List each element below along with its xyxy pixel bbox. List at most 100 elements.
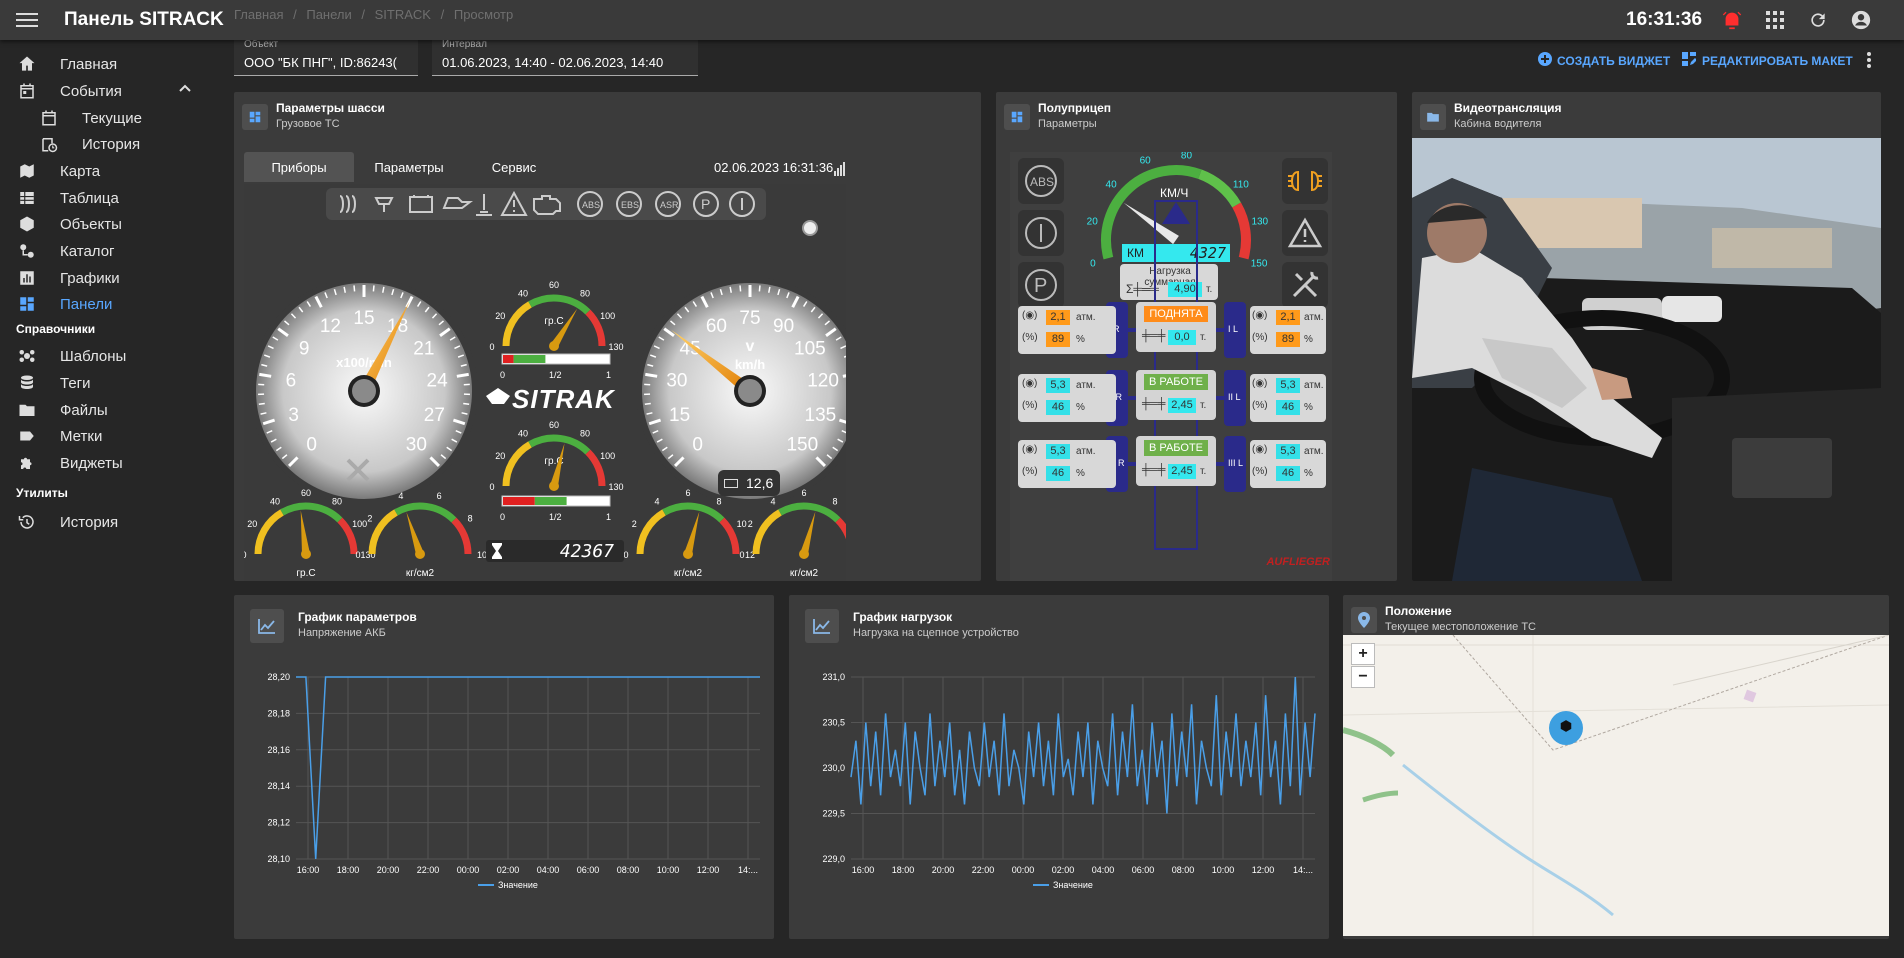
gauge-tick xyxy=(456,372,469,378)
gauge-tick-label: 12 xyxy=(320,316,341,337)
sidebar-item-history[interactable]: История xyxy=(0,506,228,538)
gauge-unit: кг/см2 xyxy=(406,568,435,579)
gauge-tick-label: 9 xyxy=(299,339,310,360)
wear-percent-value: 89 xyxy=(1276,332,1300,347)
signal-icon xyxy=(834,162,846,181)
more-vert-icon[interactable] xyxy=(1866,52,1872,73)
gauge-tick-label: 40 xyxy=(518,288,528,298)
gauge-tick-label: 3 xyxy=(288,405,299,426)
sidebar-item-label: История xyxy=(82,135,141,153)
create-widget-button[interactable]: СОЗДАТЬ ВИДЖЕТ xyxy=(1538,52,1670,69)
breadcrumb-sitrack[interactable]: SITRACK xyxy=(375,7,431,22)
x-tick-label: 10:00 xyxy=(657,865,680,875)
gauge-tick-label: 10 xyxy=(737,519,747,529)
create-widget-label: СОЗДАТЬ ВИДЖЕТ xyxy=(1557,53,1671,68)
tab-parameters[interactable]: Параметры xyxy=(354,152,464,182)
menu-icon[interactable] xyxy=(16,10,38,30)
gauge-tick-label: 4 xyxy=(398,491,403,501)
gauge-zone-red xyxy=(451,517,472,555)
y-tick-label: 231,0 xyxy=(822,672,845,682)
object-label: Объект xyxy=(244,39,279,50)
tab-service[interactable]: Сервис xyxy=(464,152,564,182)
x-tick-label: 14:... xyxy=(738,865,758,875)
widget-subtitle: Кабина водителя xyxy=(1454,118,1542,130)
gauge-zone-red xyxy=(835,517,846,540)
widget-subtitle: Текущее местоположение ТС xyxy=(1385,621,1536,633)
gauge-tick-label: 20 xyxy=(495,451,505,461)
chassis-datetime: 02.06.2023 16:31:36 xyxy=(714,160,834,175)
pressure-value: 2,1 xyxy=(1046,310,1070,325)
fuel-scale-label: 1 xyxy=(606,370,612,380)
x-tick-label: 06:00 xyxy=(1132,865,1155,875)
vehicle-marker[interactable] xyxy=(1549,711,1583,745)
gauge-hub xyxy=(301,549,311,559)
sidebar-item-panels[interactable]: Панели xyxy=(0,288,228,320)
gauge-tick-label: 100 xyxy=(600,451,615,461)
sidebar-item-widgets[interactable]: Виджеты xyxy=(0,447,228,479)
coupling-load-chart: 229,0 229,5 230,0 230,5 231,0 16:00 18:00 20:00… xyxy=(822,672,1316,890)
object-value: ООО "БК ПНГ", ID:86243( xyxy=(244,55,397,70)
x-tick-label: 12:00 xyxy=(697,865,720,875)
breadcrumb-panels[interactable]: Панели xyxy=(306,7,351,22)
account-icon[interactable] xyxy=(1849,8,1873,32)
zoom-in-button[interactable]: + xyxy=(1351,643,1375,665)
gauge-tick-label: 130 xyxy=(608,482,623,492)
widget-subtitle: Грузовое ТС xyxy=(276,118,340,130)
hourglass-icon xyxy=(492,543,502,564)
gauge-tick xyxy=(645,372,658,378)
axle-status: В РАБОТЕ xyxy=(1144,374,1208,390)
catalog-icon xyxy=(16,240,38,262)
axle-status-box: ПОДНЯТА ╪═╪ 0,0 т. xyxy=(1136,302,1216,352)
widget-title: График параметров xyxy=(298,610,417,624)
gauge-tick-label: 6 xyxy=(801,488,806,498)
gauge-hub xyxy=(799,549,809,559)
video-widget: Видеотрансляция Кабина водителя xyxy=(1412,92,1881,581)
axle-status: В РАБОТЕ xyxy=(1144,440,1208,456)
breadcrumb-home[interactable]: Главная xyxy=(234,7,283,22)
gauge-needle xyxy=(684,511,700,556)
section-title-utilities: Утилиты xyxy=(16,486,68,500)
zoom-out-button[interactable]: − xyxy=(1351,666,1375,688)
gauge-hub xyxy=(352,379,376,403)
interval-picker[interactable]: Интервал 01.06.2023, 14:40 - 02.06.2023,… xyxy=(432,38,698,76)
axle-label-left: III L xyxy=(1228,458,1244,468)
axle-icon: ╪═╪ xyxy=(1142,464,1166,476)
brake-icon: (◉) xyxy=(1252,310,1268,321)
gauge-tick-label: 0 xyxy=(623,550,628,560)
gauge-tick-label: 0 xyxy=(489,342,494,352)
tab-instruments[interactable]: Приборы xyxy=(244,152,354,182)
object-select[interactable]: Объект ООО "БК ПНГ", ID:86243( xyxy=(234,38,418,76)
fuel-bar-2-red xyxy=(503,497,535,505)
x-tick-label: 18:00 xyxy=(892,865,915,875)
right-wheel-pressure: (◉) 2,1 атм. (%) 89 % xyxy=(1250,306,1326,354)
sidebar-item-label: История xyxy=(60,513,119,531)
map-icon xyxy=(16,160,38,182)
brake-icon: (◉) xyxy=(1252,444,1268,455)
percent-icon: (%) xyxy=(1022,400,1038,411)
x-tick-label: 00:00 xyxy=(1012,865,1035,875)
speed-tick-label: 110 xyxy=(1233,180,1249,191)
gauge-tick xyxy=(463,402,470,406)
fuel-scale-label: 1/2 xyxy=(549,370,562,380)
gauge-hub xyxy=(549,341,559,351)
table-icon xyxy=(16,187,38,209)
wear-percent-value: 46 xyxy=(1276,466,1300,481)
unit-percent: % xyxy=(1076,468,1085,479)
video-stream[interactable] xyxy=(1412,138,1881,581)
wear-percent-value: 46 xyxy=(1046,400,1070,415)
chevron-up-icon[interactable] xyxy=(178,81,192,99)
x-tick-label: 06:00 xyxy=(577,865,600,875)
instrument-cluster: ABS EBS ASR P 036912151821242730x100/min… xyxy=(244,184,846,581)
gauge-zone-yellow xyxy=(502,441,532,487)
x-tick-label: 04:00 xyxy=(537,865,560,875)
fuel-scale-label: 1/2 xyxy=(549,512,562,522)
gauge-tick-label: 27 xyxy=(424,405,445,426)
calendar-today-icon xyxy=(38,107,60,129)
apps-icon[interactable] xyxy=(1763,8,1787,32)
alarm-icon[interactable] xyxy=(1720,8,1744,32)
speed-tick-label: 20 xyxy=(1087,217,1099,228)
gauge-hub xyxy=(415,549,425,559)
map-canvas[interactable] xyxy=(1343,634,1889,936)
refresh-icon[interactable] xyxy=(1806,8,1830,32)
edit-layout-button[interactable]: РЕДАКТИРОВАТЬ МАКЕТ xyxy=(1682,52,1853,69)
